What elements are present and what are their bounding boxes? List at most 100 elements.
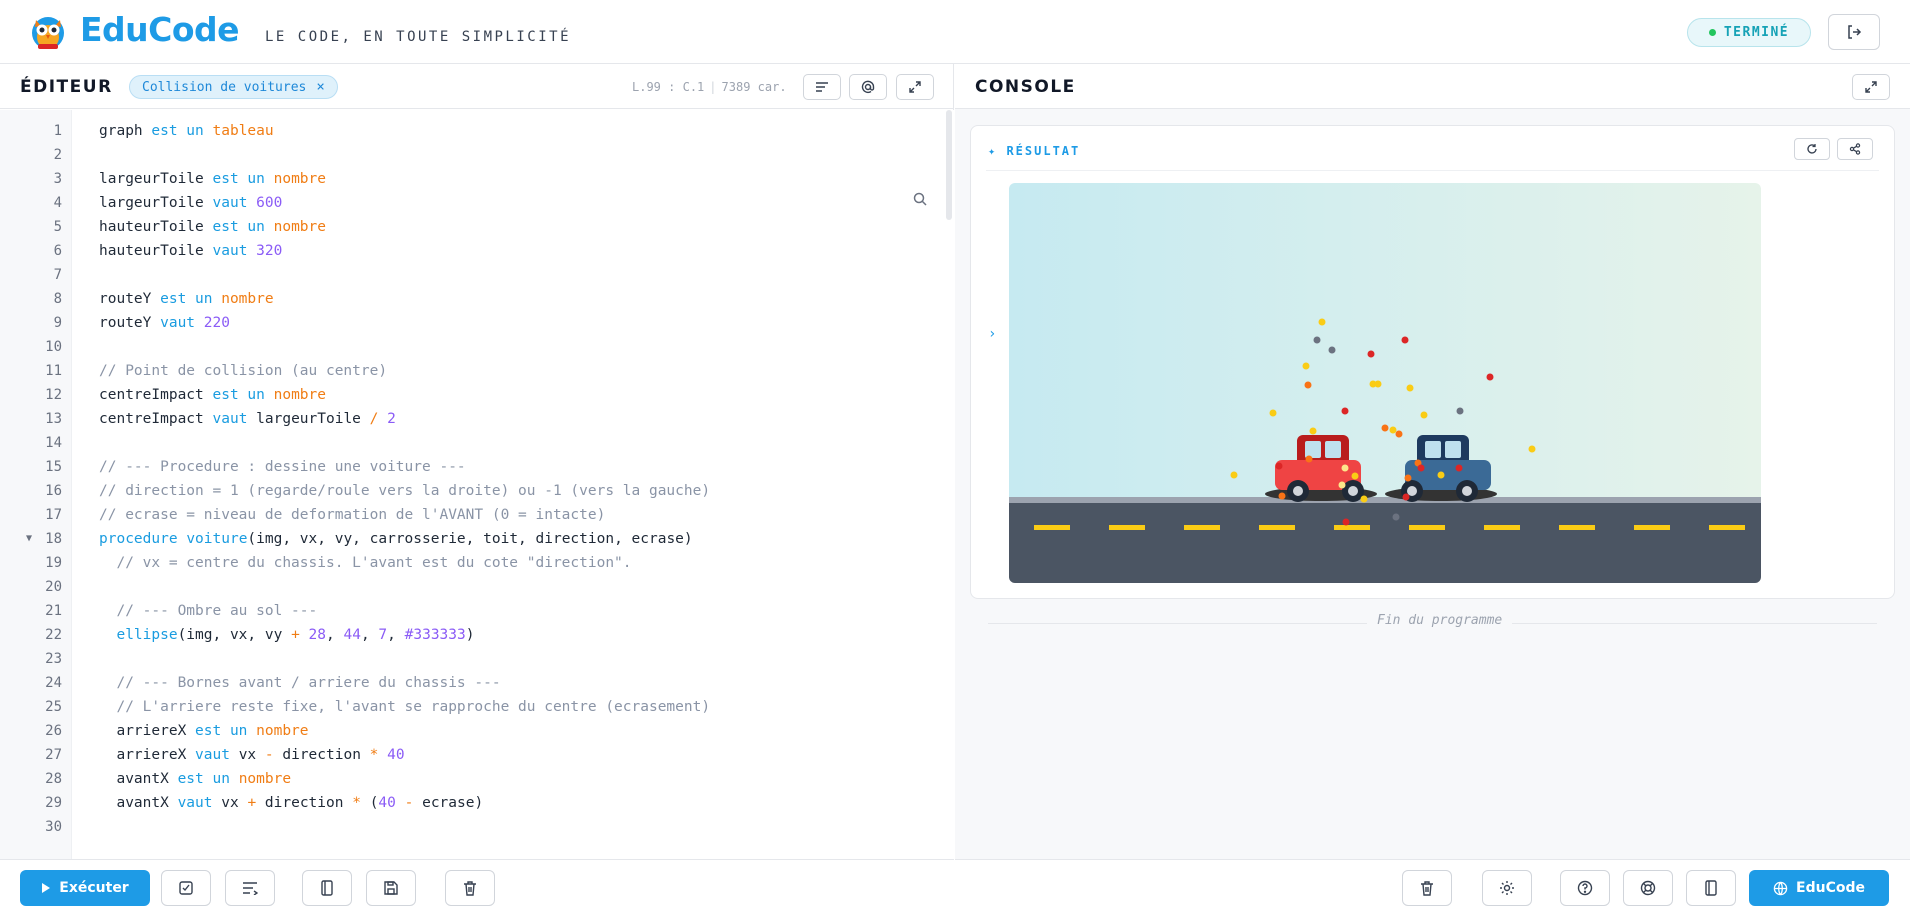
line-number: 11 [45,363,62,379]
editor-search-button[interactable] [912,191,928,211]
refresh-button[interactable] [1794,138,1830,160]
line-number: 30 [45,819,62,835]
code-token: * [369,747,388,763]
code-line: // --- Ombre au sol --- [99,599,317,623]
help-button[interactable] [1560,870,1610,906]
editor-scrollbar[interactable] [946,110,952,220]
refresh-icon [1807,144,1817,154]
code-editor[interactable]: 1 2 3 4 5 6 7 8 9 10 11 12 13 14 15 16 17 18 19 20 21 22 23 24 2… [0,110,954,859]
output-prompt: › [988,326,997,342]
code-token: nombre [221,291,274,307]
support-button[interactable] [1623,870,1673,906]
code-token: nombre [273,171,326,187]
code-token: largeurToile [99,171,213,187]
line-number: 17 [45,507,62,523]
console-expand-button[interactable] [1852,74,1890,100]
save-button[interactable] [366,870,416,906]
code-token: , [387,627,405,643]
code-line: avantX vaut vx + direction * (40 - ecras… [99,791,483,815]
run-label: Exécuter [59,880,129,896]
logout-button[interactable] [1828,14,1880,50]
code-token: // direction = 1 (regarde/roule vers la … [99,483,711,499]
line-number: 22 [45,627,62,643]
code-token: est un [212,387,274,403]
code-token: #333333 [404,627,466,643]
line-number: 9 [53,315,62,331]
code-token: largeurToile [256,411,370,427]
brand-title: EduCode [80,10,240,49]
code-token: est un [177,771,239,787]
code-token: , [360,627,379,643]
code-line: largeurToile vaut 600 [99,191,282,215]
line-number: 4 [53,195,62,211]
code-token: // ecrase = niveau de deformation de l'A… [99,507,606,523]
owl-logo-icon [32,17,64,49]
code-line: // ecrase = niveau de deformation de l'A… [99,503,605,527]
code-token: ecrase) [422,795,484,811]
line-number: 24 [45,675,62,691]
line-number: 23 [45,651,62,667]
code-token: nombre [238,771,292,787]
console-toolbar: EduCode [955,859,1910,915]
code-token: 7 [378,627,388,643]
format-icon [816,82,828,92]
close-icon[interactable]: × [316,79,324,95]
code-token: (img, vx, vy [177,627,292,643]
code-token: // --- Procedure : dessine une voiture -… [99,459,466,475]
docs-button[interactable] [302,870,352,906]
check-button[interactable] [161,870,211,906]
code-token: - [264,747,283,763]
play-icon [42,883,51,893]
end-of-program-text: Fin du programme [1367,613,1513,628]
code-line: ellipse(img, vx, vy + 28, 44, 7, #333333… [99,623,474,647]
code-token: centreImpact [99,387,213,403]
code-line: // direction = 1 (regarde/roule vers la … [99,479,710,503]
educode-button[interactable]: EduCode [1749,870,1889,906]
collision-scene [1009,183,1761,583]
brand-tagline: LE CODE, EN TOUTE SIMPLICITÉ [265,29,572,45]
lifebuoy-icon [1640,880,1656,896]
code-token: arriereX [99,747,196,763]
code-token: routeY [99,315,161,331]
code-line: arriereX est un nombre [99,719,308,743]
code-token: vx [221,795,248,811]
docs-button[interactable] [1686,870,1736,906]
at-button[interactable] [849,74,887,100]
run-button[interactable]: Exécuter [20,870,150,906]
file-tab-label: Collision de voitures [142,79,307,95]
line-number: 2 [53,147,62,163]
code-token: avantX [99,771,178,787]
code-line: arriereX vaut vx - direction * 40 [99,743,405,767]
at-icon [861,80,875,94]
clear-console-button[interactable] [1402,870,1452,906]
cursor-info: L.99 : C.1 | 7389 car. [632,80,787,94]
code-token: 320 [256,243,283,259]
code-token: est un [195,723,257,739]
cursor-col: C.1 [682,80,705,94]
settings-button[interactable] [1482,870,1532,906]
fold-toggle-icon[interactable]: ▼ [26,527,32,551]
expand-button[interactable] [896,74,934,100]
check-icon [179,881,193,895]
code-token: direction [282,747,370,763]
code-token: ellipse [116,627,178,643]
delete-button[interactable] [445,870,495,906]
share-button[interactable] [1837,138,1873,160]
editor-title: ÉDITEUR [20,77,113,97]
code-token: vaut [212,195,257,211]
line-number: 19 [45,555,62,571]
line-number: 27 [45,747,62,763]
indent-button[interactable] [225,870,275,906]
line-gutter: 1 2 3 4 5 6 7 8 9 10 11 12 13 14 15 16 17 18 19 20 21 22 23 24 2… [0,110,72,859]
code-line: avantX est un nombre [99,767,291,791]
share-icon [1849,143,1861,155]
line-number: 21 [45,603,62,619]
format-button[interactable] [803,74,841,100]
status-badge: TERMINÉ [1687,18,1811,47]
code-token: est un [160,291,222,307]
file-tab[interactable]: Collision de voitures × [129,75,338,99]
code-token: 40 [387,747,405,763]
code-token: vaut [212,243,257,259]
code-token: hauteurToile [99,243,213,259]
indent-icon [243,882,258,895]
